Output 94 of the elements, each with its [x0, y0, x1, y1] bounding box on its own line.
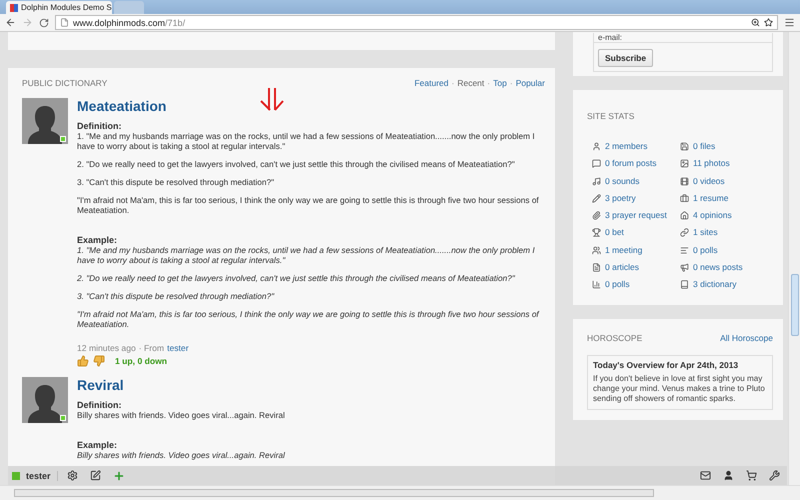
person-icon [592, 142, 601, 151]
stat-link[interactable]: 1 resume [680, 192, 769, 205]
back-icon[interactable] [5, 17, 16, 28]
definition-text: 3. "Can't this dispute be resolved through mediation?" [77, 177, 276, 187]
book-icon [680, 280, 689, 290]
scroll-thumb[interactable] [790, 274, 798, 336]
stat-link[interactable]: 0 sounds [592, 174, 680, 188]
thumbs-down-icon[interactable] [93, 355, 105, 367]
from-label: · From [138, 343, 164, 353]
section-heading: HOROSCOPE [587, 333, 642, 344]
trophy-icon [592, 228, 601, 238]
example-text: Billy shares with friends. Video goes viral...again. Reviral [77, 450, 286, 460]
definition-label: Definition: [77, 400, 122, 410]
silhouette-icon [28, 383, 62, 423]
entry-title[interactable]: Reviral [77, 377, 545, 394]
example-text: 3. "Can't this dispute be resolved through mediation?" [77, 291, 276, 301]
music-note-icon [592, 176, 601, 186]
example-text: "I'm afraid not Ma'am, this is far too serious, I think the only way we are going to settle this is through five two hour sessions of Meateatiation. [77, 309, 540, 329]
stat-link[interactable]: 1 meeting [592, 244, 680, 257]
pencil-icon [592, 194, 601, 203]
email-label: e-mail: [594, 33, 772, 43]
stat-link[interactable]: 0 news posts [680, 261, 769, 274]
vertical-scrollbar[interactable] [788, 32, 800, 485]
stat-link[interactable]: 0 videos [680, 174, 769, 188]
bar-chart-icon [592, 280, 601, 290]
address-field[interactable]: www.dolphinmods.com/71b/ [55, 15, 778, 30]
chain-link-icon [680, 228, 689, 238]
site-icon [10, 4, 18, 12]
house-icon [680, 211, 689, 220]
timestamp: 12 minutes ago [77, 343, 136, 353]
thumbs-up-icon[interactable] [77, 355, 89, 367]
scroll-thumb[interactable] [14, 489, 654, 497]
stat-link[interactable]: 0 forum posts [592, 157, 680, 170]
entry-title[interactable]: Meateatiation [77, 98, 545, 115]
picture-icon [680, 159, 689, 168]
wrench-icon [769, 470, 780, 481]
stat-link[interactable]: 3 prayer request [592, 209, 680, 222]
section-heading: SITE STATS [587, 111, 634, 121]
people-icon [592, 246, 601, 255]
definition-text: 2. "Do we really need to get the lawyers involved, can't we just settle this through the civilised means of Meateatiation?" [77, 159, 516, 169]
separator-dot: · [487, 78, 490, 88]
horoscope-title: Today's Overview for Apr 24th, 2013 [593, 360, 740, 370]
horizontal-scrollbar[interactable] [0, 485, 800, 500]
definition-label: Definition: [77, 121, 122, 131]
filter-link[interactable]: Recent [457, 78, 484, 88]
stat-link[interactable]: 0 articles [592, 261, 680, 274]
vote-count: 1 up, 0 down [115, 356, 168, 366]
browser-tab[interactable]: Dolphin Modules Demo S [6, 1, 112, 14]
cart-icon [746, 470, 757, 481]
film-icon [680, 176, 689, 186]
example-text: 2. "Do we really need to get the lawyers involved, can't we just settle this through the civilised means of Meateatiation?" [77, 273, 516, 283]
stat-link[interactable]: 2 members [592, 140, 680, 153]
page-icon [60, 18, 69, 27]
stat-link[interactable]: 0 files [680, 140, 769, 153]
example-label: Example: [77, 440, 118, 450]
zoom-icon[interactable] [751, 18, 760, 27]
stat-link[interactable]: 0 bet [592, 226, 680, 240]
reload-icon[interactable] [39, 18, 49, 28]
person-icon [723, 470, 734, 481]
definition-text: 1. "Me and my husbands marriage was on the rocks, until we had a few sessions of Meateatiation.......now the only problem I have to worry about is taking a stool at regular intervals." [77, 131, 536, 151]
menu-icon[interactable] [784, 17, 795, 28]
section-heading: PUBLIC DICTIONARY [22, 78, 108, 88]
megaphone-icon [680, 263, 689, 272]
stat-link[interactable]: 3 dictionary [680, 278, 769, 292]
filter-link[interactable]: Featured [414, 78, 448, 88]
example-label: Example: [77, 235, 118, 245]
silhouette-icon [28, 104, 62, 144]
paperclip-icon [592, 211, 601, 220]
filter-link[interactable]: Top [493, 78, 507, 88]
briefcase-icon [680, 194, 689, 203]
all-horoscope-link[interactable]: All Horoscope [720, 333, 773, 344]
separator-dot: · [510, 78, 513, 88]
stat-link[interactable]: 4 opinions [680, 209, 769, 222]
envelope-icon [700, 470, 711, 481]
stat-link[interactable]: 3 poetry [592, 192, 680, 205]
username-link[interactable]: tester [26, 470, 58, 480]
separator-dot: · [452, 78, 454, 88]
stat-link[interactable]: 1 sites [680, 226, 769, 240]
author-link[interactable]: tester [167, 343, 189, 353]
plus-icon [112, 470, 125, 482]
document-icon [592, 263, 601, 272]
horoscope-text: If you don't believe in love at first sight you may change your mind. Venus makes a trine to Pluto sending off showers of romantic sparks. [593, 374, 766, 404]
settings-icon [66, 470, 78, 481]
subscribe-button[interactable]: Subscribe [598, 49, 654, 67]
definition-text: Billy shares with friends. Video goes viral...again. Reviral [77, 410, 286, 420]
stat-link[interactable]: 0 polls [592, 278, 680, 292]
filter-link[interactable]: Popular [516, 78, 545, 88]
lines-icon [680, 246, 689, 255]
stat-link[interactable]: 11 photos [680, 157, 769, 170]
edit-icon [90, 470, 101, 481]
example-text: 1. "Me and my husbands marriage was on the rocks, until we had a few sessions of Meateatiation.......now the only problem I have to worry about is taking a stool at regular intervals." [77, 245, 536, 265]
definition-text: "I'm afraid not Ma'am, this is far too serious, I think the only way we are going to settle this is through five two hour sessions of Meateatiation. [77, 195, 540, 215]
star-icon[interactable] [764, 18, 773, 27]
stat-link[interactable]: 0 polls [680, 244, 769, 257]
